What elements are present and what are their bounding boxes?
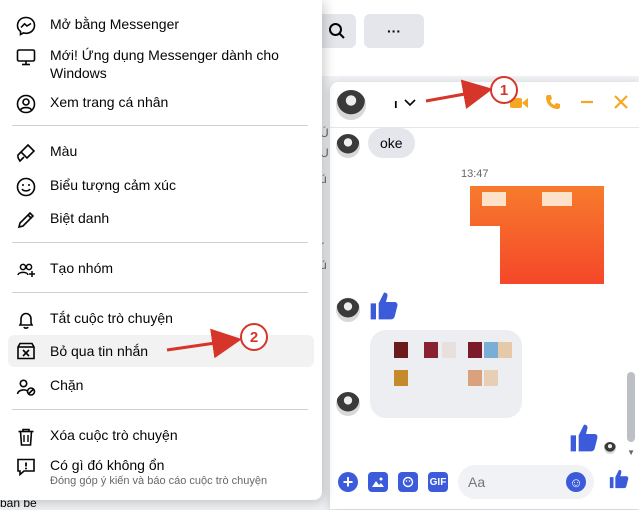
annotation-marker-1: 1 [490,76,518,104]
annotation-marker-2: 2 [240,323,268,351]
annotation-arrow-2 [166,328,242,359]
